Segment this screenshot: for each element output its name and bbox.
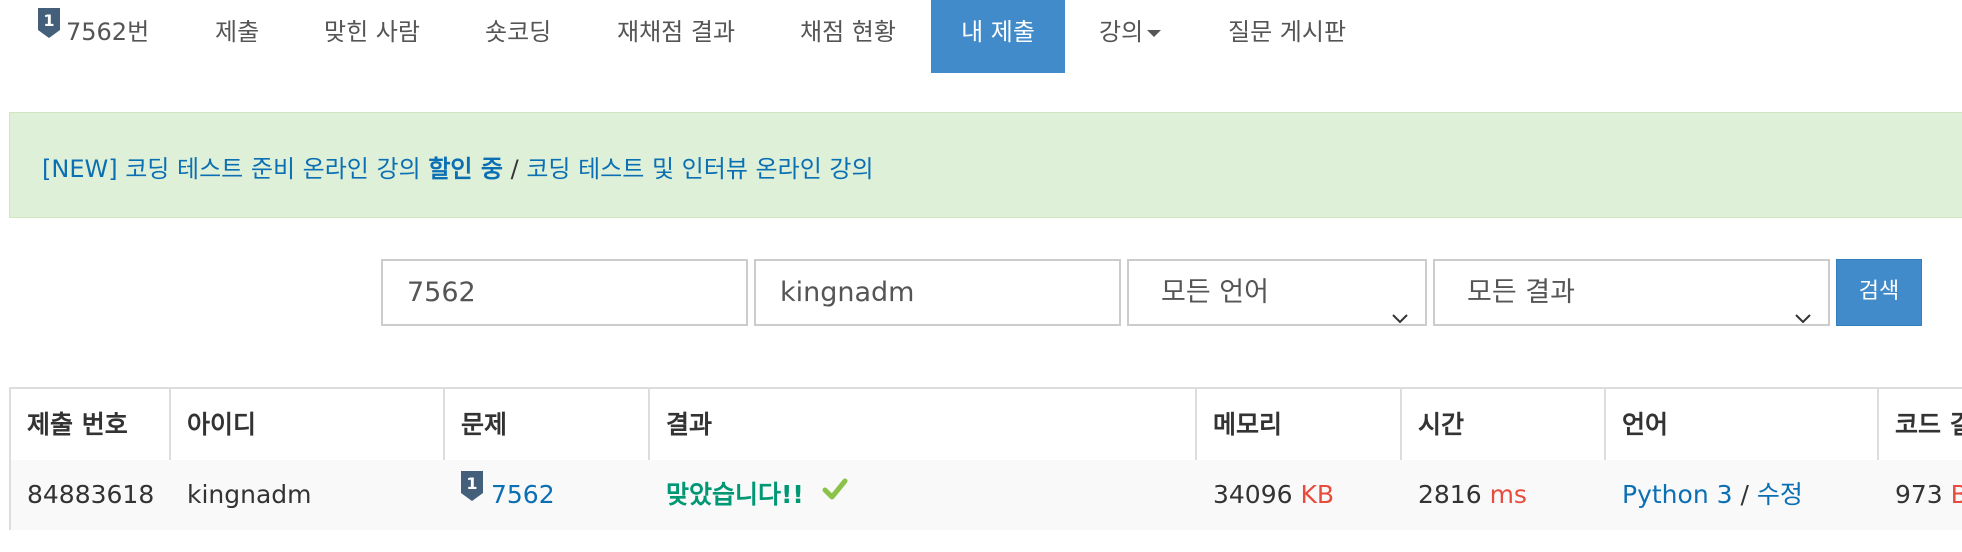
chevron-down-icon xyxy=(1391,285,1409,348)
tier-badge-icon: 1 xyxy=(461,458,483,528)
banner-text: [NEW] 코딩 테스트 준비 온라인 강의 할인 중 / 코딩 테스트 및 인… xyxy=(42,149,874,184)
nav-problem[interactable]: 1 7562번 xyxy=(38,0,149,73)
table-header-row: 제출 번호 아이디 문제 결과 메모리 시간 언어 코드 길 xyxy=(11,389,1962,462)
problem-nav: 1 7562번 제출 맞힌 사람 숏코딩 재채점 결과 채점 현황 내 제출 강… xyxy=(0,0,1962,73)
nav-problem-label: 7562번 xyxy=(66,18,150,46)
nav-qna-board[interactable]: 질문 게시판 xyxy=(1228,0,1346,73)
result-accepted: 맞았습니다!! xyxy=(666,480,804,509)
banner-link-course[interactable]: [NEW] 코딩 테스트 준비 온라인 강의 할인 중 xyxy=(42,155,503,183)
caret-down-icon xyxy=(1147,29,1162,37)
header-time: 시간 xyxy=(1418,410,1465,439)
nav-short-coding[interactable]: 숏코딩 xyxy=(485,0,551,73)
code-length-unit: B xyxy=(1950,480,1962,509)
problem-id-input[interactable]: 7562 xyxy=(381,259,748,326)
problem-link[interactable]: 7562 xyxy=(491,480,555,509)
time-unit: ms xyxy=(1489,480,1527,509)
submission-table: 제출 번호 아이디 문제 결과 메모리 시간 언어 코드 길 84883618 … xyxy=(9,387,1962,530)
header-result: 결과 xyxy=(666,410,713,439)
banner-link-interview[interactable]: 코딩 테스트 및 인터뷰 온라인 강의 xyxy=(526,155,873,183)
header-problem: 문제 xyxy=(461,410,508,439)
header-code-length: 코드 길 xyxy=(1895,410,1962,439)
chevron-down-icon xyxy=(1794,285,1812,348)
nav-my-submissions[interactable]: 내 제출 xyxy=(931,0,1065,73)
nav-solved-users[interactable]: 맞힌 사람 xyxy=(324,0,420,73)
result-select[interactable]: 모든 결과 xyxy=(1433,259,1830,326)
nav-rejudge-results[interactable]: 재채점 결과 xyxy=(617,0,735,73)
submission-id: 84883618 xyxy=(27,480,155,509)
code-length-cell: 973 B xyxy=(1879,460,1962,530)
language-separator: / xyxy=(1740,480,1749,509)
nav-submit[interactable]: 제출 xyxy=(215,0,259,73)
result-cell: 맞았습니다!! xyxy=(650,460,848,530)
result-select-value: 모든 결과 xyxy=(1467,277,1575,308)
nav-lectures[interactable]: 강의 xyxy=(1099,0,1162,73)
tier-badge-icon: 1 xyxy=(38,0,60,62)
user-id-input[interactable]: kingnadm xyxy=(754,259,1121,326)
check-icon xyxy=(822,458,848,528)
code-length-value: 973 xyxy=(1895,480,1943,509)
memory-value: 34096 xyxy=(1213,480,1293,509)
svg-text:1: 1 xyxy=(466,474,477,493)
banner-discount-label: 할인 중 xyxy=(428,155,503,183)
problem-cell: 1 7562 xyxy=(445,460,555,530)
language-select[interactable]: 모든 언어 xyxy=(1127,259,1427,326)
language-cell: Python 3 / 수정 xyxy=(1606,460,1803,530)
nav-judge-status[interactable]: 채점 현황 xyxy=(800,0,896,73)
search-button[interactable]: 검색 xyxy=(1836,259,1922,326)
banner-separator: / xyxy=(510,155,519,183)
language-select-value: 모든 언어 xyxy=(1161,277,1269,308)
language-link[interactable]: Python 3 xyxy=(1622,480,1733,509)
memory-unit: KB xyxy=(1300,480,1335,509)
header-memory: 메모리 xyxy=(1213,410,1283,439)
svg-text:1: 1 xyxy=(43,11,54,30)
memory-cell: 34096 KB xyxy=(1197,460,1334,530)
time-cell: 2816 ms xyxy=(1402,460,1527,530)
table-row: 84883618 kingnadm 1 7562 맞았습니다!! 34096 K… xyxy=(11,460,1962,530)
nav-lectures-label: 강의 xyxy=(1099,18,1144,46)
header-language: 언어 xyxy=(1622,410,1669,439)
user-id-link[interactable]: kingnadm xyxy=(171,460,312,530)
header-user-id: 아이디 xyxy=(187,410,257,439)
edit-link[interactable]: 수정 xyxy=(1757,480,1803,509)
header-submission-id: 제출 번호 xyxy=(27,410,128,439)
promo-banner: [NEW] 코딩 테스트 준비 온라인 강의 할인 중 / 코딩 테스트 및 인… xyxy=(9,112,1962,218)
time-value: 2816 xyxy=(1418,480,1482,509)
